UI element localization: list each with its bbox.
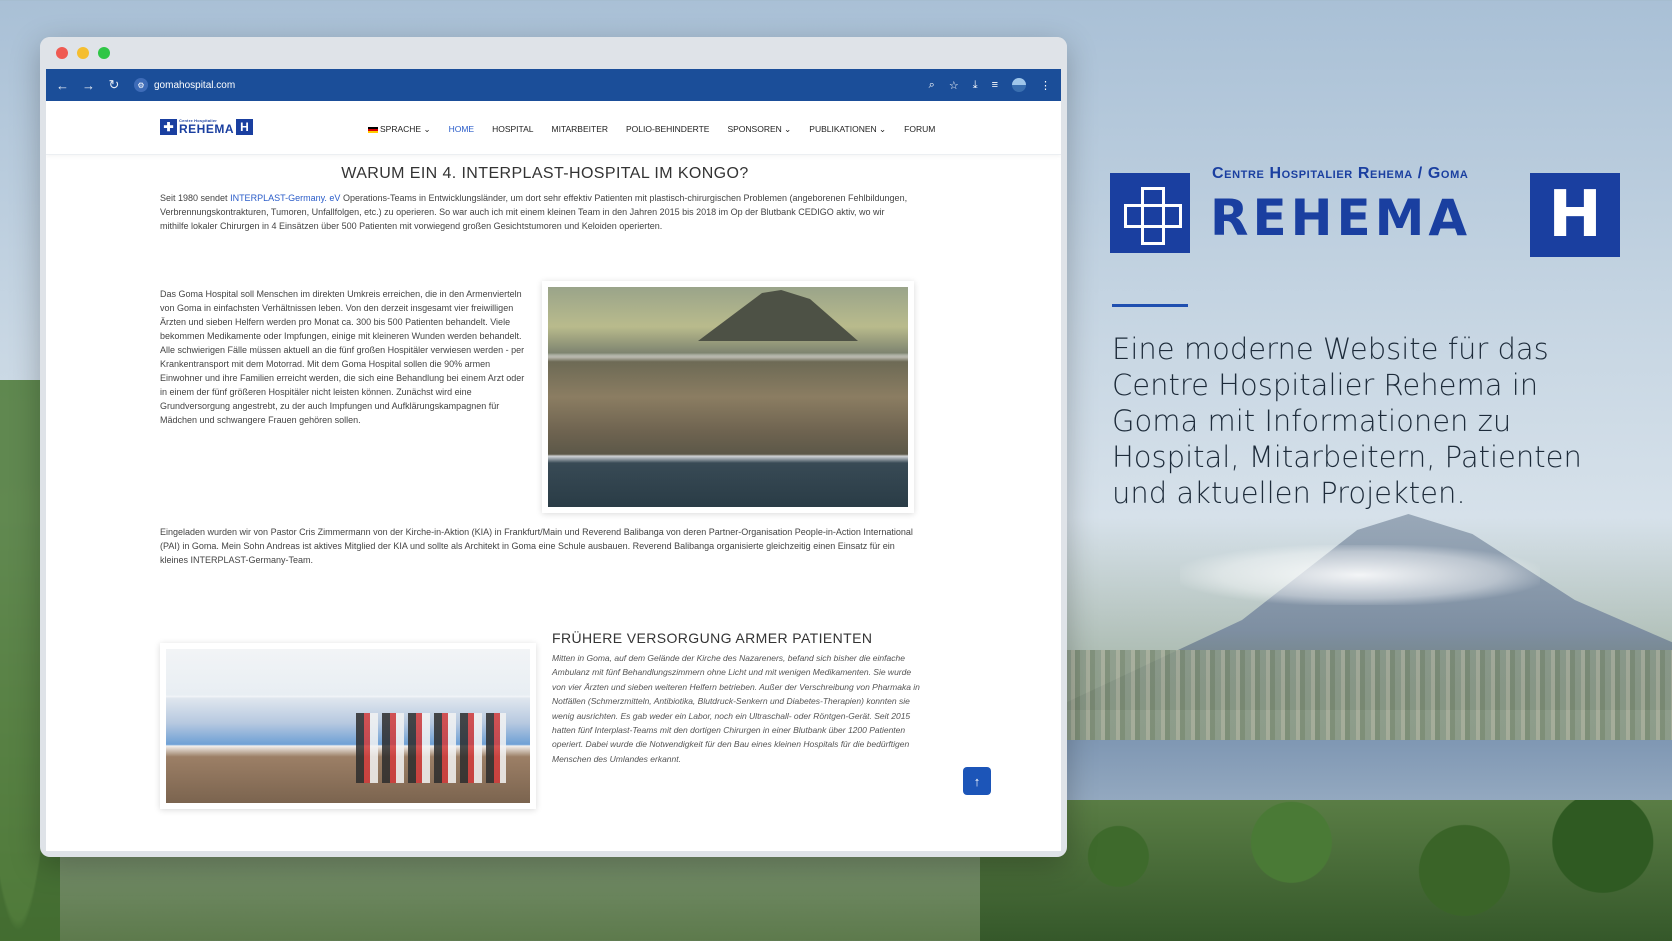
- cross-logo-icon-large: [1110, 173, 1190, 253]
- nav-item-forum[interactable]: FORUM: [904, 124, 935, 135]
- scroll-to-top-button[interactable]: ↑: [963, 767, 991, 795]
- brand-tagline: Eine moderne Website für das Centre Hosp…: [1112, 332, 1582, 510]
- intro-prefix: Seit 1980 sendet: [160, 193, 231, 203]
- brand-logo-large: Centre Hospitalier Rehema / Goma REHEMA …: [1110, 165, 1630, 265]
- former-care-paragraph: Mitten in Goma, auf dem Gelände der Kirc…: [552, 653, 920, 764]
- browser-window: ← → ↻ ⚙ gomahospital.com ⌕ ☆ ⤓ ≡ ⋮ ✚ Cen…: [40, 37, 1067, 857]
- bookmark-star-icon[interactable]: ☆: [949, 79, 959, 92]
- nav-publikationen-label: PUBLIKATIONEN: [809, 124, 877, 134]
- site-header: ✚ Centre Hospitalier REHEMA H SPRACHE ⌄ …: [46, 101, 1061, 155]
- nav-item-hospital[interactable]: HOSPITAL: [492, 124, 533, 135]
- nav-item-home[interactable]: HOME: [449, 124, 475, 135]
- intro-paragraph: Seit 1980 sendet INTERPLAST-Germany. eV …: [160, 191, 910, 233]
- cross-logo-icon: ✚: [160, 119, 177, 135]
- reading-list-icon[interactable]: ≡: [992, 79, 998, 91]
- site-logo[interactable]: ✚ Centre Hospitalier REHEMA H: [160, 119, 254, 136]
- goma-hospital-paragraph: Das Goma Hospital soll Menschen im direk…: [160, 289, 525, 425]
- logo-line2: REHEMA: [179, 122, 235, 136]
- web-page: ✚ Centre Hospitalier REHEMA H SPRACHE ⌄ …: [46, 101, 1061, 851]
- main-nav: SPRACHE ⌄ HOME HOSPITAL MITARBEITER POLI…: [368, 124, 935, 135]
- url-field[interactable]: ⚙ gomahospital.com: [134, 78, 915, 92]
- forward-arrow-icon[interactable]: →: [82, 78, 95, 93]
- nav-item-publikationen[interactable]: PUBLIKATIONEN ⌄: [809, 124, 886, 135]
- goma-aerial-photo: [542, 281, 914, 513]
- brand-h-icon: H: [1530, 173, 1620, 257]
- nav-item-sponsoren[interactable]: SPONSOREN ⌄: [727, 124, 791, 135]
- profile-avatar[interactable]: [1012, 78, 1026, 92]
- invitation-paragraph: Eingeladen wurden wir von Pastor Cris Zi…: [160, 527, 913, 565]
- team-photo-inner: [166, 649, 530, 803]
- site-info-icon[interactable]: ⚙: [134, 78, 148, 92]
- download-icon[interactable]: ⤓: [973, 79, 978, 92]
- nav-language-label: SPRACHE: [380, 124, 422, 134]
- reload-icon[interactable]: ↻: [108, 77, 120, 93]
- brand-subtitle: Centre Hospitalier Rehema / Goma: [1212, 165, 1469, 182]
- background-trees: [980, 800, 1672, 941]
- browser-toolbar: ⌕ ☆ ⤓ ≡ ⋮: [929, 78, 1051, 92]
- photo-people-shape: [356, 713, 506, 783]
- brand-name: REHEMA: [1210, 189, 1472, 247]
- nav-item-polio[interactable]: POLIO-BEHINDERTE: [626, 124, 709, 135]
- background-city: [1050, 650, 1672, 750]
- brand-divider: [1112, 304, 1188, 307]
- close-window-button[interactable]: [56, 47, 68, 59]
- url-text[interactable]: gomahospital.com: [154, 80, 235, 91]
- nav-sponsoren-label: SPONSOREN: [727, 124, 782, 134]
- section-heading-former-care: FRÜHERE VERSORGUNG ARMER PATIENTEN: [552, 630, 873, 646]
- background-cloud: [1180, 545, 1540, 605]
- interplast-link[interactable]: INTERPLAST-Germany. eV: [230, 193, 340, 203]
- logo-h-icon: H: [236, 119, 254, 135]
- maximize-window-button[interactable]: [98, 47, 110, 59]
- back-arrow-icon[interactable]: ←: [56, 78, 69, 93]
- browser-address-bar: ← → ↻ ⚙ gomahospital.com ⌕ ☆ ⤓ ≡ ⋮: [46, 69, 1061, 101]
- nav-item-language[interactable]: SPRACHE ⌄: [368, 124, 431, 135]
- browser-titlebar: [40, 37, 1067, 69]
- logo-text: Centre Hospitalier REHEMA: [179, 119, 235, 136]
- german-flag-icon: [368, 126, 378, 133]
- team-photo: [160, 643, 536, 809]
- cross-shape: [1124, 187, 1182, 245]
- zoom-icon[interactable]: ⌕: [929, 79, 935, 92]
- section-heading-why: WARUM EIN 4. INTERPLAST-HOSPITAL IM KONG…: [341, 165, 749, 182]
- nav-item-mitarbeiter[interactable]: MITARBEITER: [552, 124, 609, 135]
- minimize-window-button[interactable]: [77, 47, 89, 59]
- menu-kebab-icon[interactable]: ⋮: [1040, 79, 1051, 92]
